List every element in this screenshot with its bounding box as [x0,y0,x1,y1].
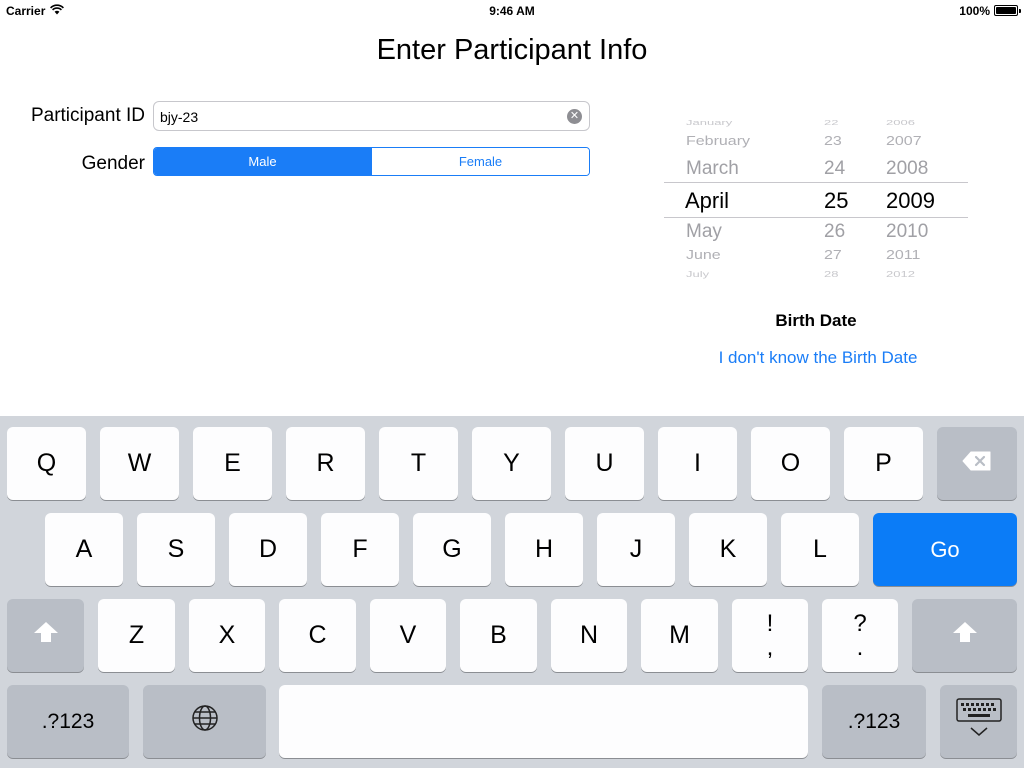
picker-day[interactable]: 22 [824,118,838,126]
clock: 9:46 AM [489,4,535,18]
key-p[interactable]: P [844,427,923,500]
picker-month[interactable]: June [686,249,721,263]
picker-selection-line-top [664,182,968,183]
key-r[interactable]: R [286,427,365,500]
key-u[interactable]: U [565,427,644,500]
shift-key-right[interactable] [912,599,1017,672]
key-a[interactable]: A [45,513,123,586]
shift-icon [33,621,59,650]
picker-month-selected[interactable]: April [685,188,729,214]
key-w[interactable]: W [100,427,179,500]
clear-text-icon[interactable]: ✕ [567,109,582,124]
picker-day[interactable]: 26 [824,221,845,243]
participant-id-label: Participant ID [30,105,145,126]
picker-month[interactable]: July [686,270,709,279]
key-m[interactable]: M [641,599,718,672]
numbers-key-right[interactable]: .?123 [822,685,926,758]
key-o[interactable]: O [751,427,830,500]
key-z[interactable]: Z [98,599,175,672]
key-question-period[interactable]: ?. [822,599,898,672]
key-n[interactable]: N [551,599,627,672]
battery-icon [994,5,1021,16]
key-comma-label: , [766,633,774,661]
picker-month[interactable]: May [686,221,722,243]
picker-year[interactable]: 2012 [886,270,915,279]
keyboard: Q W E R T Y U I O P A S D F G H J K L Go… [0,416,1024,768]
backspace-icon [962,449,992,478]
key-s[interactable]: S [137,513,215,586]
globe-key[interactable] [143,685,266,758]
unknown-birth-date-link[interactable]: I don't know the Birth Date [664,348,972,368]
birth-date-picker[interactable]: January February March April May June Ju… [664,105,968,290]
gender-option-female[interactable]: Female [371,148,589,175]
key-h[interactable]: H [505,513,583,586]
picker-day[interactable]: 27 [824,249,842,263]
key-y[interactable]: Y [472,427,551,500]
picker-day[interactable]: 24 [824,158,845,180]
birth-date-label: Birth Date [775,311,857,330]
picker-year[interactable]: 2007 [886,135,922,149]
key-v[interactable]: V [370,599,446,672]
picker-day[interactable]: 28 [824,270,838,279]
hide-keyboard-key[interactable] [940,685,1017,758]
key-k[interactable]: K [689,513,767,586]
key-question-label: ? [853,609,867,637]
key-b[interactable]: B [460,599,537,672]
numbers-key-left[interactable]: .?123 [7,685,129,758]
key-x[interactable]: X [189,599,265,672]
globe-icon [191,704,219,739]
key-period-label: . [856,633,864,661]
picker-year[interactable]: 2006 [886,118,915,126]
picker-month[interactable]: February [686,135,750,149]
key-t[interactable]: T [379,427,458,500]
gender-option-male[interactable]: Male [154,148,371,175]
participant-id-field[interactable]: bjy-23 ✕ [153,101,590,131]
picker-year[interactable]: 2010 [886,221,928,243]
backspace-key[interactable] [937,427,1017,500]
key-c[interactable]: C [279,599,356,672]
picker-month[interactable]: March [686,158,739,180]
key-d[interactable]: D [229,513,307,586]
shift-key-left[interactable] [7,599,84,672]
shift-icon [952,621,978,650]
key-i[interactable]: I [658,427,737,500]
gender-segmented-control: Male Female [153,147,590,176]
picker-selection-line-bottom [664,217,968,218]
picker-day-selected[interactable]: 25 [824,188,848,214]
picker-month[interactable]: January [686,118,732,126]
space-key[interactable] [279,685,808,758]
picker-day[interactable]: 23 [824,135,842,149]
picker-year[interactable]: 2008 [886,158,928,180]
key-e[interactable]: E [193,427,272,500]
key-exclaim-label: ! [766,609,774,637]
picker-year-selected[interactable]: 2009 [886,188,935,214]
key-g[interactable]: G [413,513,491,586]
key-j[interactable]: J [597,513,675,586]
key-q[interactable]: Q [7,427,86,500]
keyboard-hide-icon [955,698,1002,745]
page-title: Enter Participant Info [376,34,648,66]
picker-year[interactable]: 2011 [886,249,920,263]
go-key[interactable]: Go [873,513,1017,586]
status-bar: Carrier 9:46 AM 100% [0,0,1024,22]
key-l[interactable]: L [781,513,859,586]
key-f[interactable]: F [321,513,399,586]
gender-label: Gender [81,153,145,174]
key-exclaim-comma[interactable]: !, [732,599,808,672]
participant-id-value: bjy-23 [160,109,199,125]
battery-percent: 100% [959,4,990,18]
